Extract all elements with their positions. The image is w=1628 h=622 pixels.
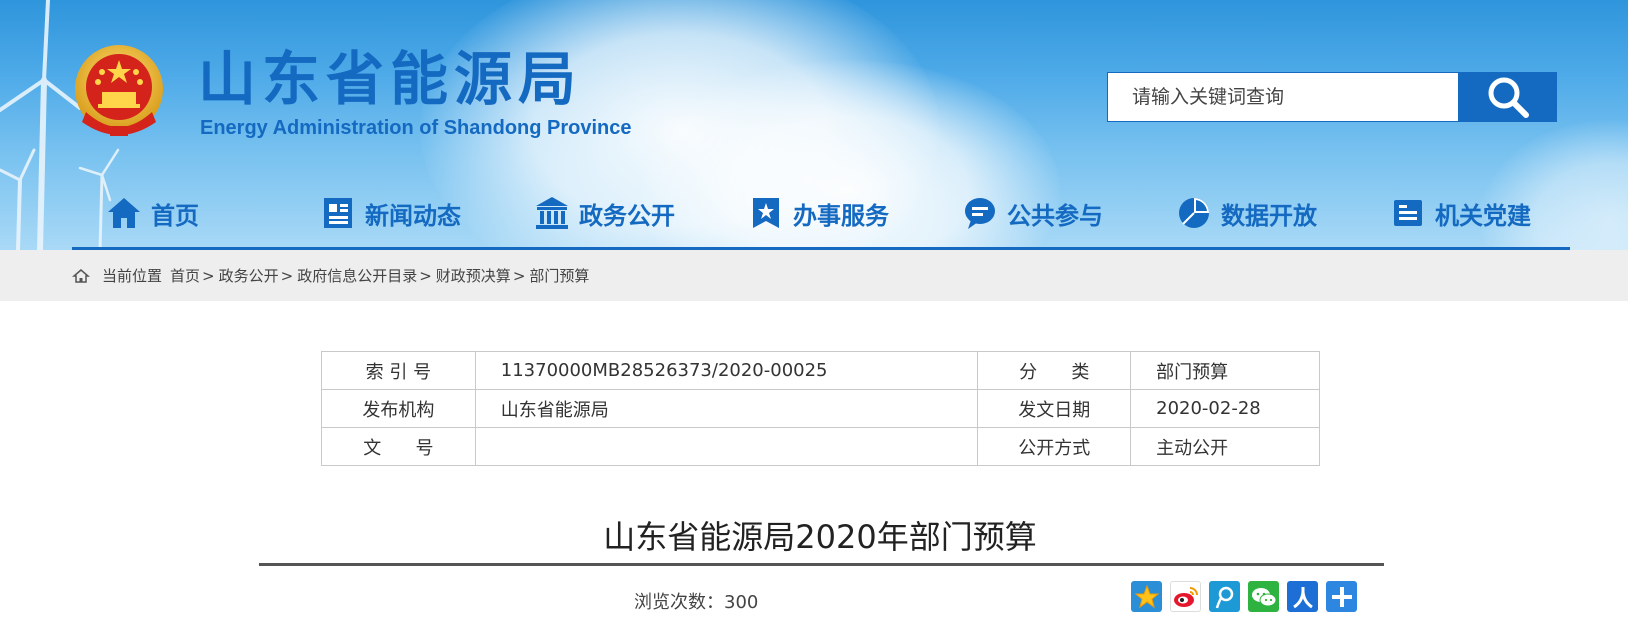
table-row: 发布机构 山东省能源局 发文日期 2020-02-28 [321, 389, 1320, 428]
breadcrumb-separator: > [280, 266, 294, 285]
national-emblem-icon [75, 45, 163, 136]
wechat-icon[interactable] [1248, 581, 1279, 612]
breadcrumb-link-dept-budget[interactable]: 部门预算 [529, 265, 589, 286]
qzone-star-icon[interactable] [1131, 581, 1162, 612]
info-label-category: 分 类 [977, 351, 1132, 390]
chat-bubble-icon [961, 194, 999, 232]
title-divider [259, 563, 1384, 566]
search-button[interactable] [1458, 72, 1557, 122]
nav-label: 首页 [151, 201, 199, 230]
info-value-index: 11370000MB28526373/2020-00025 [474, 351, 979, 390]
breadcrumb-separator: > [202, 266, 215, 285]
nav-item-news[interactable]: 新闻动态 [286, 188, 500, 238]
pie-chart-icon [1175, 194, 1213, 232]
newspaper-icon [319, 194, 357, 232]
info-value-date: 2020-02-28 [1130, 389, 1320, 428]
info-label-date: 发文日期 [977, 389, 1132, 428]
nav-label: 办事服务 [793, 201, 889, 230]
view-count-value: 300 [724, 592, 759, 613]
tencent-weibo-icon[interactable] [1209, 581, 1240, 612]
info-label-index: 索 引 号 [321, 351, 476, 390]
breadcrumb-bar: 当前位置 首页 > 政务公开 > 政府信息公开目录 > 财政预决算 > 部门预算 [0, 250, 1628, 301]
nav-item-public-participation[interactable]: 公共参与 [928, 188, 1142, 238]
table-row: 文 号 公开方式 主动公开 [321, 427, 1320, 466]
more-share-plus-icon[interactable] [1326, 581, 1357, 612]
view-count-label: 浏览次数： [634, 592, 724, 613]
nav-label: 新闻动态 [365, 201, 461, 230]
star-bookmark-icon [747, 194, 785, 232]
id-card-icon [1389, 194, 1427, 232]
view-count: 浏览次数：300 [634, 588, 758, 614]
info-label-doc-number: 文 号 [321, 427, 476, 466]
nav-label: 数据开放 [1221, 201, 1317, 230]
info-label-disclosure: 公开方式 [977, 427, 1132, 466]
breadcrumb-prefix: 当前位置 [102, 267, 163, 285]
nav-item-party-building[interactable]: 机关党建 [1356, 188, 1570, 238]
nav-item-home[interactable]: 首页 [72, 188, 286, 238]
breadcrumb: 当前位置 首页 > 政务公开 > 政府信息公开目录 > 财政预决算 > 部门预算 [72, 250, 589, 301]
search-input[interactable] [1107, 72, 1459, 122]
nav-item-gov-affairs[interactable]: 政务公开 [500, 188, 714, 238]
breadcrumb-link-fiscal-budget[interactable]: 财政预决算 [436, 265, 511, 286]
article-title: 山东省能源局2020年部门预算 [603, 518, 1037, 556]
nav-label: 机关党建 [1435, 201, 1531, 230]
site-subtitle: Energy Administration of Shandong Provin… [200, 117, 632, 139]
info-value-category: 部门预算 [1130, 351, 1320, 390]
nav-label: 政务公开 [579, 201, 675, 230]
info-value-disclosure: 主动公开 [1130, 427, 1320, 466]
main-nav: 首页 新闻动态 政务公开 办事服务 公共参与 数据开放 机关党建 [72, 188, 1570, 238]
search-icon [1488, 77, 1529, 118]
info-label-publisher: 发布机构 [321, 389, 476, 428]
nav-item-open-data[interactable]: 数据开放 [1142, 188, 1356, 238]
breadcrumb-link-gov-affairs[interactable]: 政务公开 [219, 265, 279, 286]
document-info-table: 索 引 号 11370000MB28526373/2020-00025 分 类 … [321, 351, 1320, 466]
info-value-doc-number [474, 427, 979, 466]
home-icon [105, 194, 143, 232]
renren-icon[interactable] [1287, 581, 1318, 612]
breadcrumb-separator: > [419, 266, 432, 285]
nav-label: 公共参与 [1007, 201, 1103, 230]
site-header: 山东省能源局 Energy Administration of Shandong… [0, 0, 1628, 250]
breadcrumb-link-home[interactable]: 首页 [170, 265, 200, 286]
breadcrumb-link-info-directory[interactable]: 政府信息公开目录 [297, 265, 417, 286]
share-bar [1131, 581, 1357, 612]
info-value-publisher: 山东省能源局 [474, 389, 979, 428]
breadcrumb-separator: > [512, 266, 526, 285]
weibo-icon[interactable] [1170, 581, 1201, 612]
nav-item-services[interactable]: 办事服务 [714, 188, 928, 238]
site-title: 山东省能源局 [198, 45, 583, 113]
table-row: 索 引 号 11370000MB28526373/2020-00025 分 类 … [321, 351, 1320, 390]
home-outline-icon [72, 268, 90, 284]
government-building-icon [533, 194, 571, 232]
